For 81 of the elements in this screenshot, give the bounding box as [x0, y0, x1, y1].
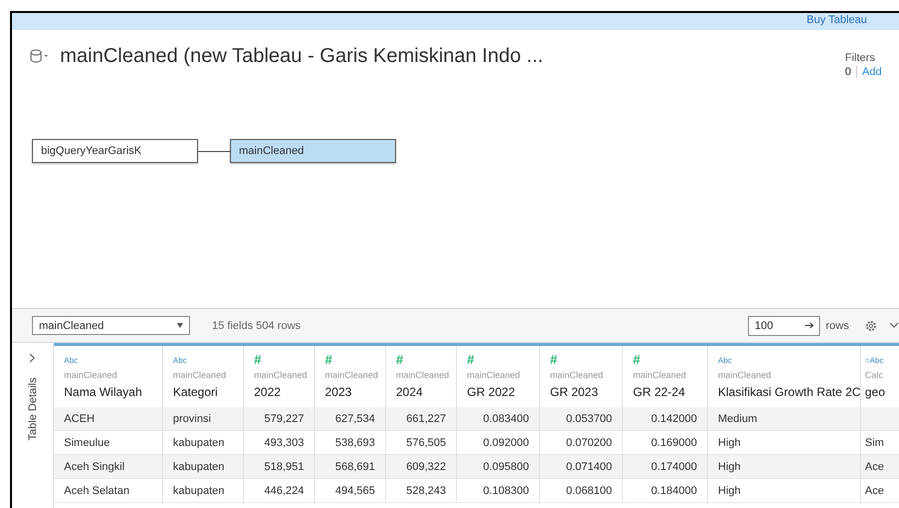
- table-cell: Aceh Selatan: [64, 484, 130, 496]
- filter-count: 0: [845, 65, 852, 79]
- column-header[interactable]: geo: [865, 385, 899, 399]
- rows-label: rows: [826, 320, 849, 332]
- table-cell: 0.053700: [566, 412, 612, 424]
- table-details-tab[interactable]: Table Details: [27, 378, 39, 440]
- table-cell: Ace: [865, 460, 884, 472]
- table-cell: 661,227: [406, 412, 446, 424]
- column-header[interactable]: 2024: [396, 385, 456, 399]
- table-cell: 518,951: [264, 460, 304, 472]
- settings-icon[interactable]: [865, 320, 877, 332]
- add-filter-link[interactable]: Add: [862, 65, 882, 79]
- type-calc-icon[interactable]: =Abc: [865, 355, 884, 367]
- buy-link[interactable]: Buy Tableau: [806, 14, 867, 26]
- column-header[interactable]: GR 22-24: [633, 385, 707, 399]
- table-cell: 538,693: [335, 436, 375, 448]
- table-cell: High: [718, 484, 741, 496]
- table-cell: kabupaten: [173, 484, 224, 496]
- table-cell: kabupaten: [173, 436, 224, 448]
- column-header[interactable]: Kategori: [173, 385, 243, 399]
- type-abc-icon[interactable]: Abc: [173, 355, 187, 367]
- chevron-right-icon[interactable]: [29, 353, 36, 363]
- table-cell: 0.068100: [566, 484, 612, 496]
- table-cell: Simeulue: [64, 436, 110, 448]
- filters-label: Filters: [845, 51, 876, 65]
- table-cell: 446,224: [264, 484, 304, 496]
- table-cell: Ace: [865, 484, 884, 496]
- column-source: mainCleaned: [718, 370, 772, 380]
- column-source: Calc: [865, 370, 884, 380]
- column-source: mainCleaned: [550, 370, 604, 380]
- table-cell: 0.169000: [651, 436, 697, 448]
- table-cell: 0.095800: [483, 460, 529, 472]
- column-header[interactable]: GR 2022: [467, 385, 539, 399]
- database-icon[interactable]: [30, 49, 50, 63]
- table-cell: 627,534: [335, 412, 375, 424]
- table-cell: 0.092000: [483, 436, 529, 448]
- column-source: mainCleaned: [396, 370, 450, 380]
- datasource-title: mainCleaned (new Tableau - Garis Kemiskinan Indo ...: [60, 44, 544, 68]
- table-cell: 0.108300: [483, 484, 529, 496]
- column-header[interactable]: GR 2023: [550, 385, 622, 399]
- type-abc-icon[interactable]: Abc: [718, 355, 732, 367]
- table-cell: 0.174000: [651, 460, 697, 472]
- type-abc-icon[interactable]: Abc: [64, 355, 78, 367]
- table-cell: 528,243: [406, 484, 446, 496]
- table-cell: High: [718, 436, 741, 448]
- column-header[interactable]: Nama Wilayah: [64, 385, 162, 399]
- row-limit-field[interactable]: 100: [748, 316, 820, 336]
- table-cell: 568,691: [335, 460, 375, 472]
- arrow-icon[interactable]: [804, 322, 814, 329]
- column-source: mainCleaned: [64, 370, 118, 380]
- column-header[interactable]: 2023: [325, 385, 385, 399]
- column-header[interactable]: 2022: [254, 385, 314, 399]
- table-cell: kabupaten: [173, 460, 224, 472]
- table-cell: Sim: [865, 436, 884, 448]
- table-cell: 0.083400: [483, 412, 529, 424]
- table-cell: 0.071400: [566, 460, 612, 472]
- column-source: mainCleaned: [173, 370, 228, 380]
- table-cell: 0.070200: [566, 436, 612, 448]
- table-cell: 576,505: [406, 436, 446, 448]
- chevron-down-icon[interactable]: [889, 322, 899, 329]
- column-source: mainCleaned: [467, 370, 522, 380]
- table-cell: 493,303: [264, 436, 304, 448]
- table-dropdown[interactable]: mainCleaned: [32, 316, 190, 335]
- table-cell: 609,322: [406, 460, 446, 472]
- table-cell: 0.142000: [651, 412, 697, 424]
- column-header[interactable]: Klasifikasi Growth Rate 2C: [718, 385, 860, 399]
- column-source: mainCleaned: [325, 370, 380, 380]
- field-summary: 15 fields 504 rows: [212, 320, 301, 332]
- table-node[interactable]: bigQueryYearGarisK: [32, 139, 198, 163]
- column-source: mainCleaned: [254, 370, 308, 380]
- table-node[interactable]: mainCleaned: [230, 139, 396, 163]
- table-cell: Aceh Singkil: [64, 460, 125, 472]
- table-cell: Medium: [718, 412, 758, 424]
- table-cell: provinsi: [173, 412, 211, 424]
- table-cell: 579,227: [264, 412, 304, 424]
- table-cell: ACEH: [64, 412, 95, 424]
- connector-line: [198, 150, 230, 152]
- table-cell: High: [718, 460, 741, 472]
- table-cell: 0.184000: [651, 484, 697, 496]
- column-source: mainCleaned: [633, 370, 688, 380]
- table-cell: 494,565: [335, 484, 375, 496]
